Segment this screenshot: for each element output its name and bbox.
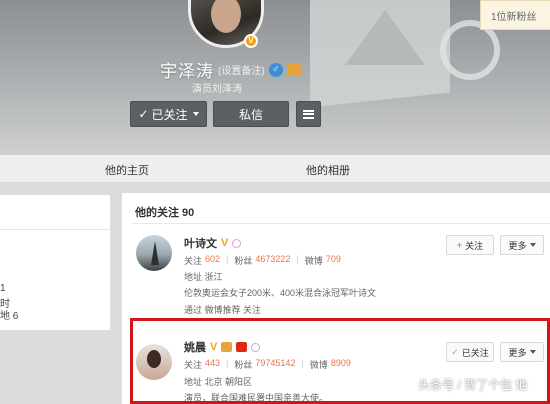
- sidebar-divider: [0, 229, 110, 230]
- medal-icon: [286, 63, 301, 76]
- followed-button-label: 已关注: [151, 107, 188, 122]
- follow-label: 关注: [184, 256, 203, 266]
- user-avatar[interactable]: [136, 235, 172, 271]
- check-icon: ✓: [138, 107, 149, 121]
- profile-name: 宇泽涛: [160, 62, 214, 81]
- follow-button-label: 关注: [465, 240, 484, 251]
- avatar-face: [211, 0, 241, 33]
- set-remark-link[interactable]: (设置备注): [218, 62, 265, 77]
- sidebar-line: 1: [0, 283, 6, 294]
- followed-dropdown-button[interactable]: ✓ 已关注: [130, 101, 207, 127]
- profile-bio: 演员刘泽涛: [192, 84, 242, 95]
- eiffel-tower-icon: [151, 241, 159, 265]
- banner-mountain-shape: [345, 10, 425, 65]
- male-icon: ♂: [268, 62, 283, 77]
- user-name-row: 叶诗文 V: [184, 235, 242, 251]
- fans-label: 粉丝: [234, 256, 253, 266]
- more-button-label: 更多: [508, 240, 527, 251]
- message-button-label: 私信: [238, 107, 263, 122]
- more-menu-button[interactable]: [296, 101, 321, 127]
- weibo-count[interactable]: 709: [326, 254, 341, 267]
- left-sidebar-card: 1 时 地 6: [0, 195, 110, 330]
- follow-via[interactable]: 通过 微博推荐 关注: [184, 303, 261, 316]
- plus-icon: +: [456, 240, 463, 250]
- new-fans-notice[interactable]: 1位新粉丝: [480, 0, 550, 30]
- profile-name-row: 宇泽涛 (设置备注) ♂: [160, 57, 301, 82]
- follow-button[interactable]: + 关注: [446, 235, 494, 255]
- tab-home[interactable]: 他的主页: [105, 162, 149, 178]
- following-title: 他的关注 90: [135, 207, 195, 219]
- user-address: 地址 浙江: [184, 272, 223, 282]
- tab-album[interactable]: 他的相册: [306, 162, 350, 178]
- verified-v-icon: V: [221, 237, 229, 249]
- sidebar-line: 地 6: [0, 311, 19, 322]
- more-dropdown-button[interactable]: 更多: [500, 235, 544, 255]
- profile-tabs: 他的主页 他的相册: [0, 155, 550, 183]
- weibo-label: 微博: [304, 256, 323, 266]
- section-divider: [132, 223, 550, 224]
- member-icon: [232, 238, 242, 248]
- user-description: 伦敦奥运会女子200米、400米混合泳冠军叶诗文: [184, 288, 377, 298]
- stat-separator: |: [296, 254, 299, 264]
- verified-icon: V: [244, 34, 258, 48]
- profile-banner: V 宇泽涛 (设置备注) ♂ 演员刘泽涛 ✓ 已关注 私信 1位新粉丝: [0, 0, 550, 155]
- caret-down-icon: [192, 112, 199, 116]
- watermark: 头条号 / 背了个包 他: [418, 378, 528, 392]
- stat-separator: |: [226, 254, 229, 264]
- user-name[interactable]: 叶诗文: [184, 235, 217, 251]
- menu-icon: [303, 109, 314, 119]
- follow-count[interactable]: 602: [205, 254, 220, 267]
- user-stats: 关注 602 | 粉丝 4673222 | 微博 709: [184, 254, 341, 267]
- fans-count[interactable]: 4673222: [255, 254, 290, 267]
- caret-down-icon: [529, 243, 536, 247]
- message-button[interactable]: 私信: [213, 101, 289, 127]
